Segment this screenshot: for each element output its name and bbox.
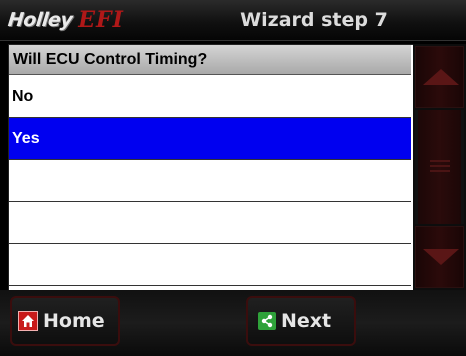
list-header: Will ECU Control Timing? [9, 45, 411, 75]
list-item-yes[interactable]: Yes [9, 118, 411, 160]
list-item-empty[interactable] [9, 244, 411, 286]
home-button[interactable]: Home [10, 296, 120, 346]
triangle-down-icon [423, 249, 459, 265]
next-button-label: Next [281, 310, 332, 332]
grip-line [430, 160, 450, 162]
question-list: Will ECU Control Timing? No Yes [8, 44, 414, 292]
share-icon [258, 312, 276, 330]
list-item-no[interactable]: No [9, 76, 411, 118]
next-button[interactable]: Next [246, 296, 356, 346]
title-bar: Holley EFI Wizard step 7 [0, 0, 466, 41]
grip-line [430, 165, 450, 167]
scroll-thumb[interactable] [418, 110, 461, 224]
grip-line [430, 170, 450, 172]
triangle-up-icon [423, 69, 459, 85]
scroll-track[interactable] [415, 110, 464, 224]
home-button-label: Home [43, 310, 105, 332]
scroll-up-button[interactable] [415, 46, 464, 108]
holley-efi-logo: Holley EFI [6, 6, 124, 34]
page-title: Wizard step 7 [240, 9, 388, 31]
brand-efi: EFI [78, 7, 124, 33]
list-item-empty[interactable] [9, 202, 411, 244]
list-item-empty[interactable] [9, 160, 411, 202]
scrollbar[interactable] [413, 44, 466, 290]
brand-holley: Holley [6, 9, 74, 31]
home-icon [18, 311, 38, 331]
footer-bar: Home Next [0, 290, 466, 356]
option-rows: No Yes [9, 76, 411, 286]
scroll-down-button[interactable] [415, 226, 464, 288]
